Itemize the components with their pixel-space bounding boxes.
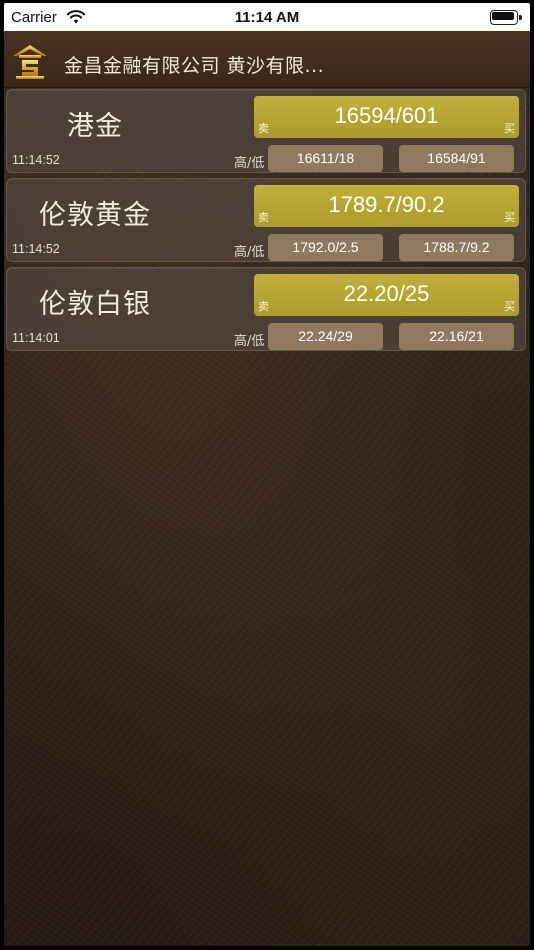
high-low-label: 高/低 xyxy=(234,245,265,260)
battery-icon xyxy=(490,10,522,25)
buy-label: 买 xyxy=(504,122,515,135)
quote-card-london-gold[interactable]: 伦敦黄金 11:14:52 卖 1789.7/90.2 买 高/低 1792.0… xyxy=(6,178,526,262)
app-screen: Carrier 11:14 AM 金昌金融有限公司 黄沙有限... 港金 11:… xyxy=(4,3,530,946)
company-logo[interactable] xyxy=(10,41,50,81)
quote-card-london-silver[interactable]: 伦敦白银 11:14:01 卖 22.20/25 买 高/低 22.24/29 … xyxy=(6,267,526,351)
high-low-label: 高/低 xyxy=(234,334,265,349)
low-value: 1788.7/9.2 xyxy=(399,234,514,261)
quote-time: 11:14:52 xyxy=(12,242,60,256)
buy-label: 买 xyxy=(504,211,515,224)
high-value: 22.24/29 xyxy=(268,323,383,350)
bid-ask-price: 16594/601 xyxy=(334,103,439,128)
low-value: 22.16/21 xyxy=(399,323,514,350)
status-bar: Carrier 11:14 AM xyxy=(4,3,530,31)
bid-ask-price: 22.20/25 xyxy=(343,281,430,306)
high-value: 1792.0/2.5 xyxy=(268,234,383,261)
quote-name: 伦敦黄金 xyxy=(39,200,151,231)
bid-ask-price: 1789.7/90.2 xyxy=(328,192,445,217)
high-low-label: 高/低 xyxy=(234,156,265,171)
high-value: 16611/18 xyxy=(268,145,383,172)
quote-name: 伦敦白银 xyxy=(39,289,151,320)
quote-card-hk-gold[interactable]: 港金 11:14:52 卖 16594/601 买 高/低 16611/18 1… xyxy=(6,89,526,173)
low-value: 16584/91 xyxy=(399,145,514,172)
price-box[interactable]: 卖 1789.7/90.2 买 xyxy=(254,185,519,227)
quote-time: 11:14:01 xyxy=(12,331,60,345)
quote-time: 11:14:52 xyxy=(12,153,60,167)
price-box[interactable]: 卖 16594/601 买 xyxy=(254,96,519,138)
nav-title: 金昌金融有限公司 黄沙有限... xyxy=(64,55,325,77)
status-clock: 11:14 AM xyxy=(234,9,300,26)
price-box[interactable]: 卖 22.20/25 买 xyxy=(254,274,519,316)
nav-bar: 金昌金融有限公司 黄沙有限... xyxy=(4,31,530,88)
buy-label: 买 xyxy=(504,300,515,313)
quote-name: 港金 xyxy=(67,111,123,142)
